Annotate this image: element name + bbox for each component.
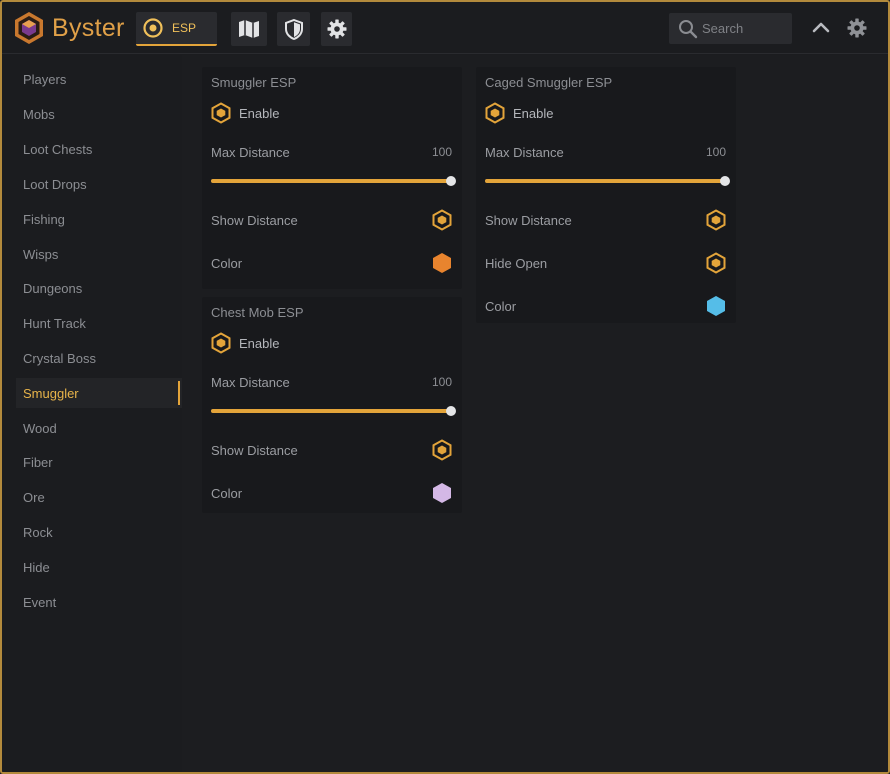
search-input[interactable] <box>702 21 782 36</box>
tab-settings[interactable] <box>321 12 352 46</box>
gear-icon <box>327 19 346 39</box>
enable-row: Enable <box>211 331 452 355</box>
sidebar-item-rock[interactable]: Rock <box>16 517 182 547</box>
slider-fill <box>485 179 725 183</box>
sidebar-item-crystal-boss[interactable]: Crystal Boss <box>16 343 182 373</box>
sidebar-item-ore[interactable]: Ore <box>16 482 182 512</box>
slider-thumb[interactable] <box>720 176 730 186</box>
map-icon <box>239 20 259 38</box>
show-distance-label: Show Distance <box>211 212 298 228</box>
tab-map[interactable] <box>231 12 267 46</box>
tab-shield[interactable] <box>277 12 310 46</box>
show-distance-toggle-icon[interactable] <box>432 439 452 461</box>
sidebar-item-dungeons[interactable]: Dungeons <box>16 273 182 303</box>
color-row: Color <box>211 251 452 275</box>
max-distance-slider[interactable] <box>211 405 456 417</box>
color-label: Color <box>211 255 243 271</box>
max-distance-row: Max Distance 100 <box>211 370 452 394</box>
enable-toggle-icon[interactable] <box>211 102 231 124</box>
color-swatch-icon[interactable] <box>432 252 452 274</box>
show-distance-label: Show Distance <box>485 212 572 228</box>
shield-icon <box>284 18 303 40</box>
max-distance-row: Max Distance 100 <box>485 140 726 164</box>
sidebar-item-loot-chests[interactable]: Loot Chests <box>16 134 182 164</box>
hide-open-row: Hide Open <box>485 251 726 275</box>
panel-title: Chest Mob ESP <box>211 305 304 320</box>
max-distance-label: Max Distance <box>211 374 290 390</box>
slider-thumb[interactable] <box>446 406 456 416</box>
panel-title: Smuggler ESP <box>211 75 297 90</box>
color-swatch-icon[interactable] <box>706 295 726 317</box>
max-distance-label: Max Distance <box>485 144 564 160</box>
enable-toggle-icon[interactable] <box>211 332 231 354</box>
show-distance-row: Show Distance <box>211 438 452 462</box>
max-distance-slider[interactable] <box>211 175 456 187</box>
app-brand: Byster <box>52 14 125 42</box>
byster-logo-icon <box>15 12 43 44</box>
color-row: Color <box>485 294 726 318</box>
show-distance-row: Show Distance <box>485 208 726 232</box>
slider-fill <box>211 179 451 183</box>
max-distance-value: 100 <box>431 145 452 159</box>
chevron-up-icon[interactable] <box>809 16 833 40</box>
show-distance-row: Show Distance <box>211 208 452 232</box>
sidebar-item-event[interactable]: Event <box>16 587 182 617</box>
enable-label: Enable <box>513 105 554 121</box>
color-swatch-icon[interactable] <box>432 482 452 504</box>
sidebar-item-smuggler[interactable]: Smuggler <box>16 378 182 408</box>
max-distance-value: 100 <box>431 375 452 389</box>
enable-toggle-icon[interactable] <box>485 102 505 124</box>
hide-open-toggle-icon[interactable] <box>706 252 726 274</box>
slider-fill <box>211 409 451 413</box>
top-bar: Byster ESP <box>2 2 888 54</box>
panel-title: Caged Smuggler ESP <box>485 75 613 90</box>
enable-label: Enable <box>239 105 280 121</box>
show-distance-toggle-icon[interactable] <box>706 209 726 231</box>
settings-gear-icon[interactable] <box>845 16 869 40</box>
search-icon <box>679 19 698 38</box>
color-label: Color <box>485 298 517 314</box>
sidebar-item-wood[interactable]: Wood <box>16 413 182 443</box>
max-distance-label: Max Distance <box>211 144 290 160</box>
show-distance-toggle-icon[interactable] <box>432 209 452 231</box>
hide-open-label: Hide Open <box>485 255 548 271</box>
search-box[interactable] <box>669 13 792 44</box>
sidebar-item-hunt-track[interactable]: Hunt Track <box>16 308 182 338</box>
chest-mob-esp-panel: Chest Mob ESP Enable Max Distance 100 Sh… <box>202 297 462 513</box>
sidebar-item-fiber[interactable]: Fiber <box>16 447 182 477</box>
max-distance-value: 100 <box>705 145 726 159</box>
app-window: Byster ESP Search Players Mobs Loot Ches… <box>0 0 890 774</box>
color-row: Color <box>211 481 452 505</box>
sidebar-item-loot-drops[interactable]: Loot Drops <box>16 169 182 199</box>
sidebar-item-hide[interactable]: Hide <box>16 552 182 582</box>
tab-esp[interactable]: ESP <box>136 12 217 46</box>
tab-esp-label: ESP <box>172 21 197 35</box>
max-distance-slider[interactable] <box>485 175 730 187</box>
caged-smuggler-esp-panel: Caged Smuggler ESP Enable Max Distance 1… <box>476 67 736 323</box>
sidebar-item-fishing[interactable]: Fishing <box>16 204 182 234</box>
max-distance-row: Max Distance 100 <box>211 140 452 164</box>
enable-row: Enable <box>485 101 726 125</box>
enable-label: Enable <box>239 335 280 351</box>
sidebar-item-players[interactable]: Players <box>16 64 182 94</box>
show-distance-label: Show Distance <box>211 442 298 458</box>
color-label: Color <box>211 485 243 501</box>
smuggler-esp-panel: Smuggler ESP Enable Max Distance 100 Sho… <box>202 67 462 289</box>
sidebar-item-mobs[interactable]: Mobs <box>16 99 182 129</box>
eye-icon <box>143 18 163 38</box>
main-content: Smuggler ESP Enable Max Distance 100 Sho… <box>182 55 888 772</box>
slider-thumb[interactable] <box>446 176 456 186</box>
sidebar: Players Mobs Loot Chests Loot Drops Fish… <box>2 55 182 772</box>
enable-row: Enable <box>211 101 452 125</box>
sidebar-item-wisps[interactable]: Wisps <box>16 239 182 269</box>
